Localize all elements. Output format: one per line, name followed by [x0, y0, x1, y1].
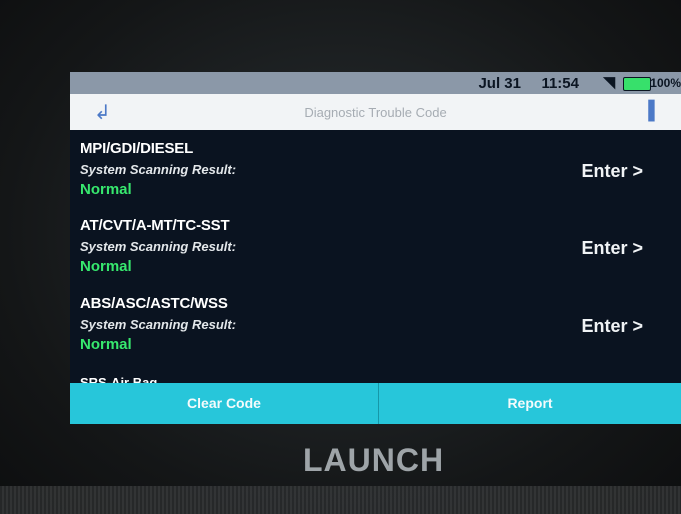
system-name: MPI/GDI/DIESEL: [80, 140, 194, 157]
scan-result-label: System Scanning Result:: [80, 239, 237, 254]
scan-result-label: System Scanning Result:: [80, 317, 237, 332]
page-title: Diagnostic Trouble Code: [304, 105, 447, 120]
wifi-icon: ◥: [603, 74, 615, 91]
system-name: ABS/ASC/ASTC/WSS: [80, 295, 228, 312]
scan-result-label: System Scanning Result:: [80, 162, 237, 177]
device-bezel-texture: [0, 486, 681, 514]
action-bar: Clear Code Report: [70, 383, 681, 424]
status-badge: Normal: [80, 258, 132, 275]
list-item: MPI/GDI/DIESEL System Scanning Result: N…: [70, 130, 681, 200]
list-item: ABS/ASC/ASTC/WSS System Scanning Result:…: [70, 285, 681, 355]
device-screen: Jul 31 11:54 ◥ 100% ↲ Diagnostic Trouble…: [70, 72, 681, 424]
battery-icon: [623, 77, 651, 91]
report-button[interactable]: Report: [379, 383, 681, 424]
system-name: AT/CVT/A-MT/TC-SST: [80, 217, 230, 234]
clear-code-button[interactable]: Clear Code: [70, 383, 379, 424]
status-bar: Jul 31 11:54 ◥ 100%: [70, 72, 681, 94]
status-badge: Normal: [80, 181, 132, 198]
status-date: Jul 31: [478, 75, 521, 92]
battery-level: 100%: [650, 76, 681, 90]
enter-button[interactable]: Enter >: [581, 161, 643, 182]
enter-button[interactable]: Enter >: [581, 316, 643, 337]
enter-button[interactable]: Enter >: [581, 238, 643, 259]
status-badge: Normal: [80, 336, 132, 353]
brand-logo: LAUNCH: [303, 442, 445, 478]
title-bar: ↲ Diagnostic Trouble Code ▌: [70, 94, 681, 130]
list-item: AT/CVT/A-MT/TC-SST System Scanning Resul…: [70, 207, 681, 277]
exit-icon[interactable]: ▌: [648, 100, 661, 121]
status-time: 11:54: [541, 75, 579, 92]
